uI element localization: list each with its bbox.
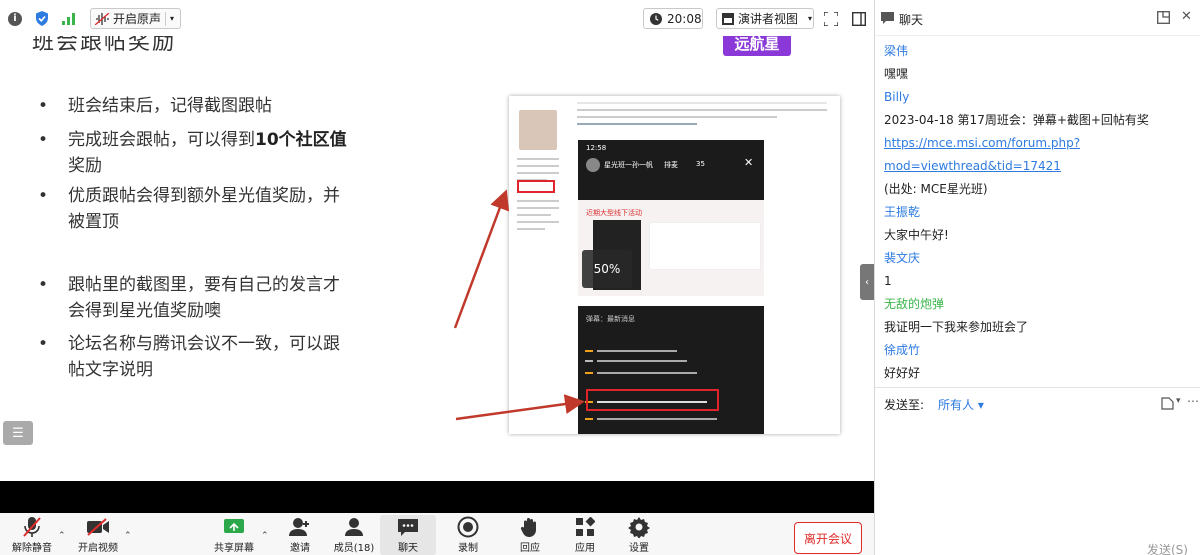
popout-icon[interactable] bbox=[1157, 11, 1170, 24]
share-screen-button[interactable]: 共享屏幕 bbox=[206, 515, 262, 555]
chevron-up-icon[interactable]: ⌃ bbox=[124, 531, 132, 541]
chevron-up-icon[interactable]: ⌃ bbox=[261, 531, 269, 541]
close-icon[interactable]: ✕ bbox=[1181, 9, 1192, 24]
apps-label: 应用 bbox=[575, 543, 595, 554]
reactions-label: 回应 bbox=[520, 543, 540, 554]
message-text: 嘿嘿 bbox=[884, 67, 909, 81]
chat-message: 梁伟 嘿嘿 bbox=[884, 40, 1194, 86]
unmute-button[interactable]: 解除静音 bbox=[4, 515, 60, 555]
chat-message: 徐成竹 好好好 bbox=[884, 339, 1194, 385]
share-screen-icon bbox=[223, 515, 245, 539]
send-target-dropdown[interactable]: 所有人 ▾ bbox=[938, 396, 984, 413]
send-to-label: 发送至: bbox=[884, 398, 925, 412]
sender-name[interactable]: 无敌的炮弹 bbox=[884, 293, 1194, 316]
record-button[interactable]: 录制 bbox=[440, 515, 496, 555]
top-bar: i 开启原声 ▾ 20:08 演讲者视图 ▾ bbox=[0, 0, 874, 36]
chat-bubble-icon bbox=[397, 515, 419, 539]
file-icon[interactable] bbox=[1161, 397, 1174, 410]
waveform-icon bbox=[95, 12, 109, 25]
chat-bubble-icon bbox=[881, 12, 894, 24]
members-label: 成员(18) bbox=[333, 543, 375, 554]
members-button[interactable]: 成员(18) bbox=[326, 515, 382, 555]
sender-name[interactable]: 裴文庆 bbox=[884, 247, 1194, 270]
meeting-timer[interactable]: 20:08 bbox=[643, 8, 703, 29]
chat-message: Billy 2023-04-18 第17周班会：弹幕+截图+回帖有奖 https… bbox=[884, 86, 1194, 201]
fullscreen-icon[interactable] bbox=[824, 8, 838, 29]
chat-panel: 聊天 ✕ 梁伟 嘿嘿 Billy 2023-04-18 第17周班会：弹幕+截图… bbox=[874, 0, 1200, 555]
chevron-down-icon: ▾ bbox=[808, 14, 813, 23]
settings-label: 设置 bbox=[629, 543, 649, 554]
leave-meeting-button[interactable]: 离开会议 bbox=[794, 522, 862, 554]
chat-message: 无敌的炮弹 我证明一下我来参加班会了 bbox=[884, 293, 1194, 339]
sender-name[interactable]: 梁伟 bbox=[884, 40, 1194, 63]
sidebar-toggle-icon[interactable] bbox=[852, 8, 866, 29]
collapse-panel-icon[interactable]: ‹ bbox=[860, 264, 874, 300]
speaker-view-button[interactable]: 演讲者视图 ▾ bbox=[716, 8, 814, 29]
chevron-down-icon[interactable]: ▾ bbox=[1176, 396, 1181, 406]
info-icon[interactable]: i bbox=[8, 8, 22, 29]
view-label: 演讲者视图 bbox=[738, 12, 799, 26]
chat-message: 王振乾 大家中午好! bbox=[884, 201, 1194, 247]
invite-label: 邀请 bbox=[290, 543, 310, 554]
video-off-icon bbox=[86, 515, 110, 539]
message-text: 我证明一下我来参加班会了 bbox=[884, 320, 1029, 334]
add-person-icon bbox=[289, 515, 311, 539]
shared-screen: 班会跟帖奖励 远航星 • 班会结束后，记得截图跟帖 • 完成班会跟帖，可以得到10… bbox=[0, 36, 874, 481]
share-screen-label: 共享屏幕 bbox=[214, 543, 254, 554]
chat-message-list[interactable]: 梁伟 嘿嘿 Billy 2023-04-18 第17周班会：弹幕+截图+回帖有奖… bbox=[884, 40, 1194, 386]
chat-header: 聊天 ✕ bbox=[875, 0, 1200, 36]
record-label: 录制 bbox=[458, 543, 478, 554]
send-button[interactable]: 发送(S) bbox=[1147, 541, 1188, 555]
muted-mic-icon bbox=[22, 515, 42, 539]
sender-name[interactable]: 王振乾 bbox=[884, 201, 1194, 224]
settings-button[interactable]: 设置 bbox=[611, 515, 667, 555]
chevron-down-icon[interactable]: ▾ bbox=[170, 14, 174, 23]
record-icon bbox=[457, 515, 479, 539]
chat-label: 聊天 bbox=[398, 543, 418, 554]
message-text: (出处: MCE星光班) bbox=[884, 182, 988, 196]
message-text: 好好好 bbox=[884, 366, 921, 380]
original-sound-button[interactable]: 开启原声 ▾ bbox=[90, 8, 181, 29]
sender-name[interactable]: Billy bbox=[884, 86, 1194, 109]
chat-button[interactable]: 聊天 bbox=[380, 515, 436, 555]
meeting-toolbar: 解除静音 ⌃ 开启视频 ⌃ 共享屏幕 ⌃ 邀请 成员(18) 聊天 录制 回应 … bbox=[0, 513, 874, 555]
chat-title: 聊天 bbox=[899, 13, 924, 27]
original-sound-label: 开启原声 bbox=[113, 12, 162, 26]
invite-button[interactable]: 邀请 bbox=[272, 515, 328, 555]
message-text: 1 bbox=[884, 274, 892, 288]
message-link[interactable]: https://mce.msi.com/forum.php? bbox=[884, 132, 1194, 155]
more-icon[interactable]: ⋯ bbox=[1187, 394, 1199, 408]
apps-grid-icon bbox=[575, 515, 595, 539]
message-link[interactable]: mod=viewthread&tid=17421 bbox=[884, 155, 1194, 178]
gear-icon bbox=[628, 515, 650, 539]
message-text: 大家中午好! bbox=[884, 228, 949, 242]
notes-icon[interactable]: ☰ bbox=[3, 421, 33, 445]
reaction-hand-icon bbox=[519, 515, 541, 539]
sender-name[interactable]: 徐成竹 bbox=[884, 339, 1194, 362]
signal-icon[interactable] bbox=[62, 8, 76, 29]
message-text: 2023-04-18 第17周班会：弹幕+截图+回帖有奖 bbox=[884, 113, 1149, 127]
unmute-label: 解除静音 bbox=[12, 543, 52, 554]
meeting-window: i 开启原声 ▾ 20:08 演讲者视图 ▾ 班会跟帖奖励 远航星 • 班会结束… bbox=[0, 0, 1200, 555]
chevron-up-icon[interactable]: ⌃ bbox=[58, 531, 66, 541]
screen-bottom-band bbox=[0, 481, 874, 513]
clock-icon bbox=[650, 12, 662, 25]
reactions-button[interactable]: 回应 bbox=[502, 515, 558, 555]
annotation-arrows bbox=[453, 189, 585, 421]
timer-text: 20:08 bbox=[667, 11, 702, 26]
divider bbox=[875, 387, 1200, 388]
chat-message: 裴文庆 1 bbox=[884, 247, 1194, 293]
apps-button[interactable]: 应用 bbox=[557, 515, 613, 555]
start-video-label: 开启视频 bbox=[78, 543, 118, 554]
grid-view-icon bbox=[722, 12, 734, 25]
members-icon bbox=[343, 515, 365, 539]
start-video-button[interactable]: 开启视频 bbox=[70, 515, 126, 555]
shield-icon[interactable] bbox=[35, 8, 49, 29]
